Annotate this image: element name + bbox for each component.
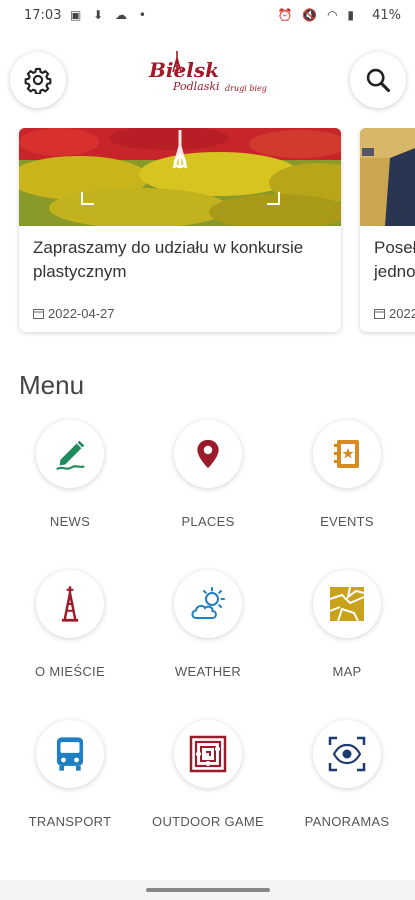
pencil-icon <box>56 440 85 471</box>
app-bar: Bielsk Podlaski drugi bieg <box>0 32 415 128</box>
status-left-icons: ▣ ⬇ ☁ • <box>70 8 150 22</box>
search-icon <box>366 68 391 93</box>
battery-level: 41% <box>372 8 401 23</box>
news-card[interactable]: Poseł jednos 2022 <box>360 128 415 332</box>
menu-icon-circle[interactable] <box>313 720 381 788</box>
card-date: 2022 <box>374 306 415 321</box>
calendar-icon <box>33 309 44 319</box>
news-carousel[interactable]: Zapraszamy do udziału w konkursie plasty… <box>0 128 415 338</box>
card-date-text: 2022-04-27 <box>48 306 115 321</box>
menu-icon-circle[interactable] <box>36 720 104 788</box>
settings-button[interactable] <box>10 52 66 108</box>
sun-cloud-icon <box>191 587 225 619</box>
calendar-book-icon <box>334 440 359 468</box>
map-icon <box>329 586 365 622</box>
eye-scan-icon <box>328 736 366 772</box>
news-card[interactable]: Zapraszamy do udziału w konkursie plasty… <box>19 128 341 332</box>
status-time: 17:03 <box>24 8 62 23</box>
bielsk-logo: Bielsk Podlaski drugi bieg <box>145 50 275 110</box>
logo-main-text: Bielsk <box>149 58 219 82</box>
map-pin-icon <box>197 439 219 469</box>
card-image <box>19 128 341 226</box>
home-gesture-pill[interactable] <box>146 888 270 892</box>
menu-icon-circle[interactable] <box>36 420 104 488</box>
tower-icon <box>61 586 79 622</box>
menu-icon-circle[interactable] <box>313 570 381 638</box>
menu-icon-circle[interactable] <box>174 720 242 788</box>
search-button[interactable] <box>350 52 406 108</box>
menu-icon-circle[interactable] <box>313 420 381 488</box>
gear-icon <box>24 67 52 94</box>
menu-icon-circle[interactable] <box>36 570 104 638</box>
menu-label: O MIEŚCIE <box>35 664 105 679</box>
menu-label: OUTDOOR GAME <box>152 814 264 829</box>
menu-label: EVENTS <box>320 514 374 529</box>
menu-label: PANORAMAS <box>304 814 390 829</box>
logo-tagline: drugi bieg <box>225 84 267 93</box>
card-image <box>360 128 415 226</box>
logo-sub-text: Podlaski <box>173 80 220 93</box>
menu-label: WEATHER <box>174 664 242 679</box>
menu-icon-circle[interactable] <box>174 570 242 638</box>
card-date-text: 2022 <box>389 306 415 321</box>
bus-icon <box>56 737 84 771</box>
menu-label: MAP <box>332 664 362 679</box>
card-title: Poseł jednos <box>374 238 415 281</box>
status-bar: 17:03 ▣ ⬇ ☁ • ⏰ 🔇 ◠ ▮ 41% <box>0 0 415 32</box>
system-nav-bar <box>0 880 415 900</box>
status-right-icons: ⏰ 🔇 ◠ ▮ <box>277 8 357 22</box>
menu-label: NEWS <box>49 514 91 529</box>
menu-title: Menu <box>19 370 85 400</box>
menu-label: PLACES <box>181 514 235 529</box>
calendar-icon <box>374 309 385 319</box>
card-title: Zapraszamy do udziału w konkursie plasty… <box>33 238 304 281</box>
menu-icon-circle[interactable] <box>174 420 242 488</box>
menu-label: TRANSPORT <box>28 814 112 829</box>
maze-icon <box>189 735 227 773</box>
card-date: 2022-04-27 <box>33 306 115 321</box>
